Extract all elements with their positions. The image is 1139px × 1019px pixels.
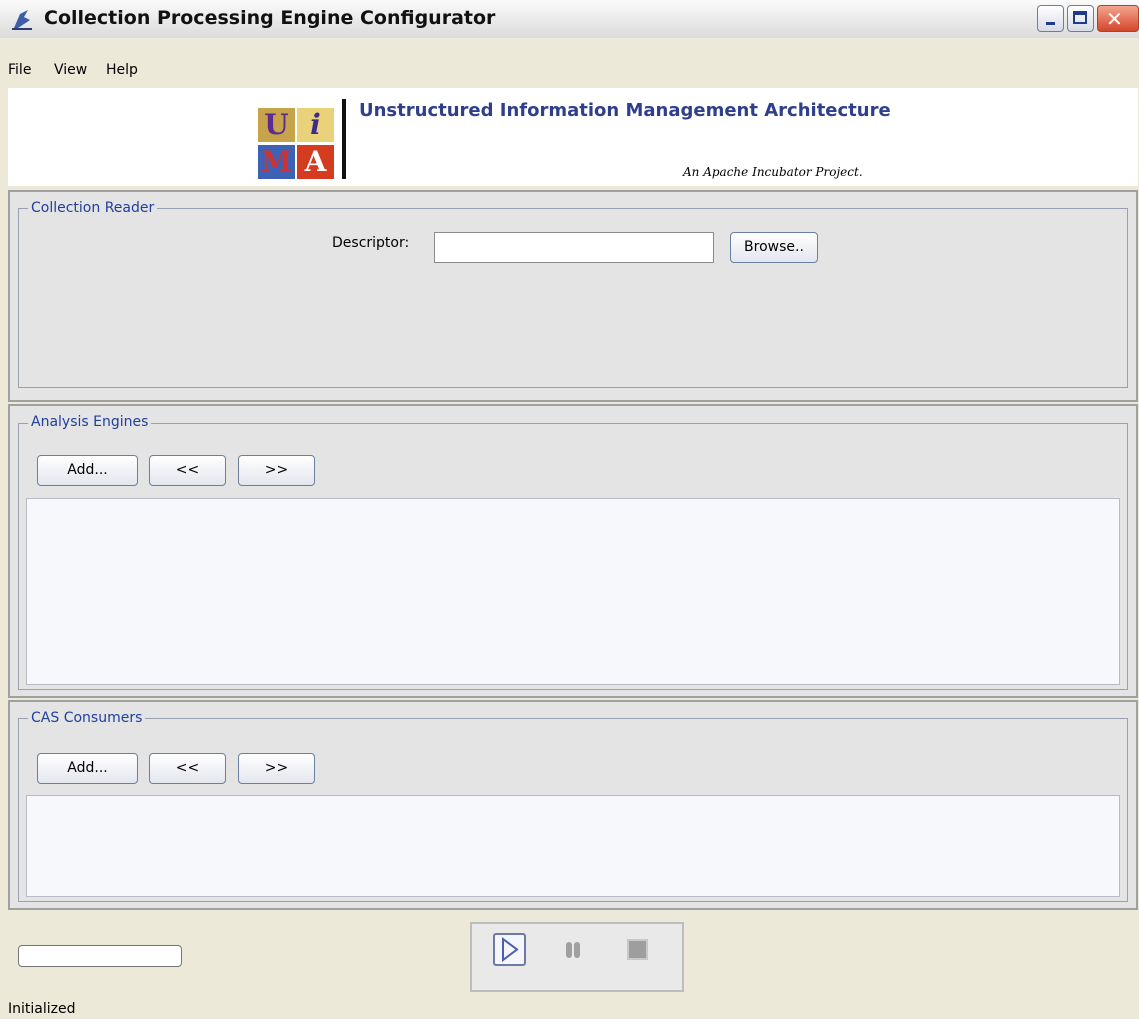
logo-letter-m: M <box>258 145 295 179</box>
close-button[interactable]: ✕ <box>1097 5 1139 32</box>
cas-consumers-add-button[interactable]: Add... <box>37 753 138 784</box>
window-title: Collection Processing Engine Configurato… <box>44 7 496 29</box>
analysis-engines-label: Analysis Engines <box>28 414 152 430</box>
banner-title: Unstructured Information Management Arch… <box>359 100 891 121</box>
analysis-engines-list[interactable] <box>26 498 1120 685</box>
minimize-button[interactable] <box>1037 5 1064 32</box>
close-icon: ✕ <box>1106 7 1123 31</box>
stop-button[interactable] <box>621 933 654 966</box>
progress-bar <box>18 945 182 967</box>
menu-view[interactable]: View <box>54 62 87 78</box>
analysis-engines-panel: Analysis Engines Add... << >> <box>8 404 1138 698</box>
menu-bar-background <box>0 38 1139 58</box>
logo-letter-a: A <box>297 145 334 179</box>
cas-consumers-panel: CAS Consumers Add... << >> <box>8 700 1138 910</box>
menu-bar <box>0 58 1139 86</box>
browse-button[interactable]: Browse.. <box>730 232 818 263</box>
minimize-icon <box>1046 22 1055 25</box>
pause-button[interactable] <box>557 933 590 966</box>
cas-consumers-label: CAS Consumers <box>28 710 146 726</box>
play-button[interactable] <box>493 933 526 966</box>
status-text: Initialized <box>8 1001 76 1017</box>
analysis-engines-add-button[interactable]: Add... <box>37 455 138 486</box>
analysis-engines-move-right-button[interactable]: >> <box>238 455 315 486</box>
menu-file[interactable]: File <box>8 62 31 78</box>
collection-reader-panel: Collection Reader Descriptor: Browse.. <box>8 190 1138 402</box>
stop-icon <box>627 939 648 960</box>
analysis-engines-move-left-button[interactable]: << <box>149 455 226 486</box>
maximize-button[interactable] <box>1067 5 1094 32</box>
maximize-icon <box>1073 11 1087 24</box>
pause-icon <box>566 942 580 958</box>
descriptor-input[interactable] <box>434 232 714 263</box>
descriptor-label: Descriptor: <box>332 235 410 251</box>
logo-letter-i: i <box>297 108 334 142</box>
cas-consumers-move-left-button[interactable]: << <box>149 753 226 784</box>
cas-consumers-move-right-button[interactable]: >> <box>238 753 315 784</box>
title-bar: Collection Processing Engine Configurato… <box>0 0 1139 39</box>
play-icon <box>502 937 519 962</box>
app-icon <box>12 10 32 30</box>
uima-logo: U i M A <box>258 108 336 180</box>
run-controls <box>470 922 684 992</box>
banner-subtitle: An Apache Incubator Project. <box>683 165 863 179</box>
menu-help[interactable]: Help <box>106 62 138 78</box>
cas-consumers-list[interactable] <box>26 795 1120 897</box>
logo-divider <box>342 99 346 179</box>
logo-letter-u: U <box>258 108 295 142</box>
collection-reader-label: Collection Reader <box>28 200 158 216</box>
